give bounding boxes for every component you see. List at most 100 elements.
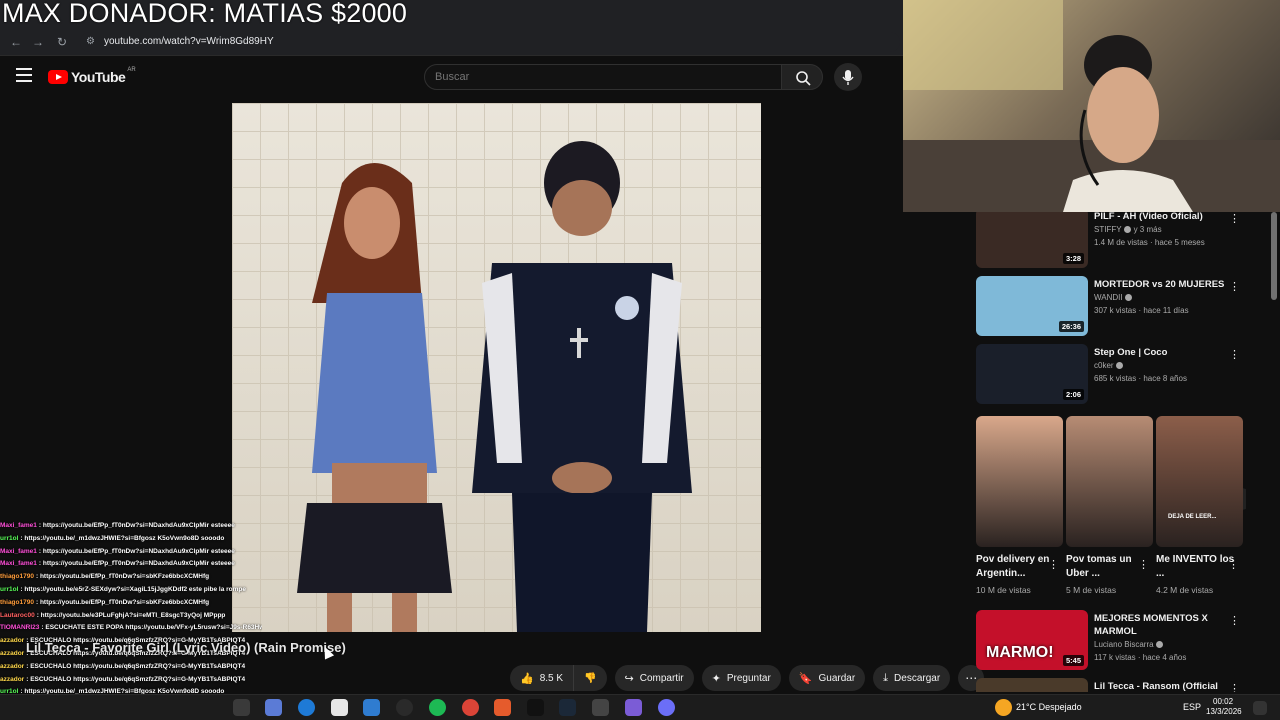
- store-icon[interactable]: [331, 699, 348, 716]
- download-icon: ⤓: [883, 671, 889, 684]
- video-thumbnail[interactable]: 3:28: [976, 212, 1088, 268]
- sparkle-icon: ✦: [711, 672, 721, 685]
- steam-icon[interactable]: [559, 699, 576, 716]
- more-vertical-icon[interactable]: ⋮: [1229, 280, 1240, 293]
- youtube-play-icon: [48, 70, 68, 84]
- short-title[interactable]: Pov delivery en Argentin...: [976, 553, 1056, 581]
- windows-taskbar: 21°C Despejado ESP 00:02 13/3/2026: [0, 694, 1280, 720]
- video-stats: 117 k vistas · hace 4 años: [1094, 653, 1187, 662]
- search-input[interactable]: [425, 65, 781, 89]
- like-count: 8.5 K: [539, 672, 564, 684]
- share-label: Compartir: [639, 672, 684, 684]
- settings-icon[interactable]: [592, 699, 609, 716]
- recommended-video[interactable]: 26:36 MORTEDOR vs 20 MUJERES WANDII 307 k v…: [976, 276, 1246, 336]
- video-thumbnail[interactable]: MARMO! 5:45: [976, 610, 1088, 670]
- woman-figure: [297, 163, 452, 632]
- copilot-icon[interactable]: [265, 699, 282, 716]
- short-thumbnail[interactable]: DEJA DE LEER...: [1156, 416, 1243, 547]
- weather-icon: [995, 699, 1012, 716]
- share-button[interactable]: ↪ Compartir: [614, 665, 694, 691]
- more-vertical-icon[interactable]: ⋮: [1229, 614, 1240, 627]
- video-title[interactable]: MEJORES MOMENTOS X MARMOL: [1094, 612, 1229, 638]
- video-title[interactable]: Lil Tecca - Ransom (Official: [1094, 680, 1229, 692]
- obs-icon[interactable]: [396, 699, 413, 716]
- channel-name[interactable]: WANDII: [1094, 293, 1123, 302]
- search-button[interactable]: [781, 64, 823, 90]
- recommended-video[interactable]: 2:06 Step One | Coco c0ker 685 k vistas · h…: [976, 344, 1246, 404]
- share-icon: ↪: [624, 672, 634, 685]
- hamburger-menu-icon[interactable]: [16, 68, 32, 82]
- app-icon[interactable]: [494, 699, 511, 716]
- video-thumbnail[interactable]: 26:36: [976, 276, 1088, 336]
- chat-text: https://youtu.be/EfPp_fT0nDw?si=NDaxhdAu…: [42, 522, 235, 529]
- arrow-left-icon[interactable]: ←: [8, 34, 24, 50]
- more-vertical-icon[interactable]: ⋮: [1048, 558, 1059, 571]
- channel-name[interactable]: c0ker: [1094, 361, 1114, 370]
- word-app-icon[interactable]: [527, 699, 544, 716]
- like-dislike-group: 👍 8.5 K 👎: [510, 665, 607, 691]
- chat-username: Lautaroc00: [0, 611, 35, 619]
- sidebar-scrollbar[interactable]: [1271, 212, 1277, 300]
- video-actions: 👍 8.5 K 👎 ↪ Compartir ✦ Preguntar 🔖 Guar…: [510, 665, 985, 691]
- channel-line[interactable]: WANDII: [1094, 291, 1229, 304]
- address-bar[interactable]: ⚙ youtube.com/watch?v=Wrim8Gd89HY: [80, 32, 900, 52]
- recommended-video[interactable]: MARMO! 5:45 MEJORES MOMENTOS X MARMOL Lucia…: [976, 610, 1246, 670]
- edge-icon[interactable]: [298, 699, 315, 716]
- video-thumbnail[interactable]: [232, 103, 761, 632]
- short-thumbnail[interactable]: [976, 416, 1063, 547]
- clock-date[interactable]: 13/3/2026: [1206, 707, 1242, 716]
- webcam-overlay: [903, 0, 1280, 212]
- like-button[interactable]: 👍 8.5 K: [510, 665, 575, 691]
- chat-username: urr1ol: [0, 585, 19, 593]
- more-vertical-icon[interactable]: ⋮: [1138, 558, 1149, 571]
- mail-icon[interactable]: [363, 699, 380, 716]
- verified-icon: [1115, 362, 1123, 370]
- discord-icon[interactable]: [625, 699, 642, 716]
- circle-app-icon[interactable]: [658, 699, 675, 716]
- channel-line[interactable]: STIFFY y 3 más: [1094, 223, 1229, 236]
- more-vertical-icon[interactable]: ⋮: [1229, 682, 1240, 692]
- video-thumbnail[interactable]: [976, 678, 1088, 692]
- recommended-video[interactable]: Lil Tecca - Ransom (Official ⋮: [976, 678, 1246, 692]
- chrome-icon[interactable]: [462, 699, 479, 716]
- reload-icon[interactable]: ↻: [54, 34, 70, 50]
- video-thumbnail[interactable]: 2:06: [976, 344, 1088, 404]
- notification-icon[interactable]: [1253, 701, 1267, 715]
- chat-text: ESCUCHATE ESTE POPA https://youtu.be/VFx…: [45, 624, 262, 632]
- more-vertical-icon[interactable]: ⋮: [1229, 212, 1240, 225]
- chat-message: Maxi_fame1: https://youtu.be/EfPp_fT0nDw…: [0, 546, 262, 559]
- thumbs-down-icon: 👎: [584, 672, 597, 684]
- more-vertical-icon[interactable]: ⋮: [1229, 348, 1240, 361]
- chat-message: Lautaroc00: https://youtu.be/e3PLuFghjA?…: [0, 610, 262, 623]
- more-vertical-icon[interactable]: ⋮: [1228, 558, 1239, 571]
- search-field[interactable]: [424, 64, 782, 90]
- task-view-icon[interactable]: [233, 699, 250, 716]
- video-title[interactable]: PILF - AH (Video Oficial): [1094, 212, 1229, 223]
- short-thumbnail[interactable]: [1066, 416, 1153, 547]
- spotify-icon[interactable]: [429, 699, 446, 716]
- chat-text: https://youtu.be/e3PLuFghjA?si=eMTI_E8sg…: [40, 611, 226, 619]
- youtube-header: YouTube AR: [0, 56, 903, 98]
- recommended-video[interactable]: 3:28 PILF - AH (Video Oficial) STIFFY y 3 m…: [976, 212, 1246, 268]
- clock-time[interactable]: 00:02: [1213, 697, 1233, 706]
- language-indicator[interactable]: ESP: [1183, 702, 1201, 712]
- short-title[interactable]: Pov tomas un Uber ...: [1066, 553, 1146, 581]
- dislike-button[interactable]: 👎: [574, 665, 607, 691]
- arrow-right-icon[interactable]: →: [30, 34, 46, 50]
- site-settings-icon[interactable]: ⚙: [86, 32, 95, 52]
- youtube-logo[interactable]: YouTube AR: [48, 67, 136, 85]
- channel-name[interactable]: STIFFY: [1094, 225, 1122, 234]
- video-title[interactable]: MORTEDOR vs 20 MUJERES: [1094, 278, 1229, 291]
- save-button[interactable]: 🔖 Guardar: [788, 665, 866, 691]
- video-title[interactable]: Step One | Coco: [1094, 346, 1229, 359]
- channel-line[interactable]: c0ker: [1094, 359, 1229, 372]
- ask-button[interactable]: ✦ Preguntar: [701, 665, 781, 691]
- short-title[interactable]: Me INVENTO los ...: [1156, 553, 1236, 581]
- chat-text: https://youtu.be/EfPp_fT0nDw?si=NDaxhdAu…: [42, 560, 235, 568]
- channel-name[interactable]: Luciano Biscarra: [1094, 640, 1154, 649]
- browser-toolbar: ← → ↻ ⚙ youtube.com/watch?v=Wrim8Gd89HY …: [0, 0, 903, 56]
- voice-search-button[interactable]: [834, 63, 862, 91]
- channel-line[interactable]: Luciano Biscarra: [1094, 638, 1229, 651]
- chat-username: azzador: [0, 649, 25, 657]
- download-button[interactable]: ⤓ Descargar: [873, 665, 951, 691]
